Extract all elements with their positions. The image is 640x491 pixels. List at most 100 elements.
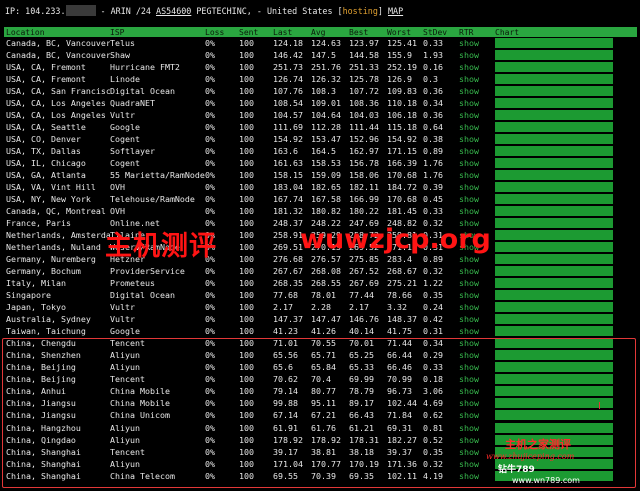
cell-sent: 100 [239, 398, 254, 409]
cell-location: China, Shanghai [6, 446, 81, 457]
cell-loss: 0% [205, 86, 215, 97]
show-link[interactable]: show [459, 398, 495, 408]
show-link[interactable]: show [459, 302, 495, 312]
show-link[interactable]: show [459, 338, 495, 348]
cell-last: 108.54 [273, 98, 303, 109]
cell-sent: 100 [239, 314, 254, 325]
cell-location: China, Beijing [6, 362, 76, 373]
cell-avg: 268.55 [311, 278, 341, 289]
cell-stdev: 0.31 [423, 326, 443, 337]
cell-last: 70.62 [273, 374, 298, 385]
cell-loss: 0% [205, 122, 215, 133]
cell-last: 77.68 [273, 290, 298, 301]
show-link[interactable]: show [459, 86, 495, 96]
ip-header: IP: 104.233. - ARIN /24 AS54600 PEGTECHI… [5, 5, 403, 17]
cell-last: 65.56 [273, 350, 298, 361]
table-row: China, Jiangsu China Unicom 0% 100 67.14 67.2… [4, 409, 637, 421]
show-link[interactable]: show [459, 410, 495, 420]
show-link[interactable]: show [459, 38, 495, 48]
cell-isp: Aliyun [110, 434, 140, 445]
cell-best: 182.11 [349, 182, 379, 193]
cell-best: 66.43 [349, 410, 374, 421]
show-link[interactable]: show [459, 290, 495, 300]
show-link[interactable]: show [459, 374, 495, 384]
show-link[interactable]: show [459, 278, 495, 288]
cell-location: China, Shanghai [6, 470, 81, 481]
cell-last: 154.92 [273, 134, 303, 145]
cell-last: 61.91 [273, 422, 298, 433]
chart-bar [495, 218, 613, 229]
table-row: China, Hangzhou Aliyun 0% 100 61.91 61.76 61.2… [4, 422, 637, 434]
chart-bar [495, 302, 613, 313]
show-link[interactable]: show [459, 146, 495, 156]
show-link[interactable]: show [459, 423, 495, 433]
show-link[interactable]: show [459, 435, 495, 445]
chart-bar [495, 290, 613, 301]
col-best: Best [349, 27, 369, 37]
cell-avg: 41.26 [311, 326, 336, 337]
show-link[interactable]: show [459, 386, 495, 396]
cell-sent: 100 [239, 266, 254, 277]
show-link[interactable]: show [459, 122, 495, 132]
show-link[interactable]: show [459, 158, 495, 168]
show-link[interactable]: show [459, 471, 495, 481]
cell-chart [495, 218, 619, 229]
cell-chart [495, 302, 619, 313]
show-link[interactable]: show [459, 194, 495, 204]
show-link[interactable]: show [459, 266, 495, 276]
show-link[interactable]: show [459, 110, 495, 120]
col-sent: Sent [239, 27, 259, 37]
show-link[interactable]: show [459, 74, 495, 84]
redacted-ip [65, 5, 96, 16]
show-link[interactable]: show [459, 326, 495, 336]
cell-isp: Digital Ocean [110, 86, 175, 97]
cell-isp: Cogent [110, 158, 140, 169]
show-link[interactable]: show [459, 314, 495, 324]
cell-avg: 164.5 [311, 146, 336, 157]
cell-sent: 100 [239, 374, 254, 385]
cell-sent: 100 [239, 302, 254, 313]
cell-worst: 182.27 [387, 434, 417, 445]
cell-isp: Aliyun [110, 350, 140, 361]
col-last: Last [273, 27, 293, 37]
cell-location: China, Shenzhen [6, 350, 81, 361]
show-link[interactable]: show [459, 206, 495, 216]
cell-stdev: 3.06 [423, 386, 443, 397]
show-link[interactable]: show [459, 254, 495, 264]
chart-bar [495, 230, 613, 241]
cell-avg: 158.53 [311, 158, 341, 169]
cell-stdev: 0.42 [423, 314, 443, 325]
cell-location: USA, CO, Denver [6, 134, 81, 145]
cell-last: 178.92 [273, 434, 303, 445]
show-link[interactable]: show [459, 62, 495, 72]
map-link[interactable]: MAP [388, 6, 403, 16]
cell-chart [495, 110, 619, 121]
show-link[interactable]: show [459, 98, 495, 108]
table-row: USA, CA, Seattle Google 0% 100 111.69 112.28 1… [4, 121, 637, 133]
cell-loss: 0% [205, 326, 215, 337]
cell-last: 146.42 [273, 50, 303, 61]
show-link[interactable]: show [459, 182, 495, 192]
cell-loss: 0% [205, 362, 215, 373]
cell-stdev: 1.93 [423, 50, 443, 61]
table-row: China, Chengdu Tencent 0% 100 71.01 70.55 70.0… [4, 337, 637, 349]
cell-stdev: 1.76 [423, 158, 443, 169]
cell-avg: 251.76 [311, 62, 341, 73]
cell-isp: China Mobile [110, 386, 170, 397]
table-row: USA, TX, Dallas Softlayer 0% 100 163.6 164.5 1… [4, 145, 637, 157]
show-link[interactable]: show [459, 350, 495, 360]
show-link[interactable]: show [459, 362, 495, 372]
cell-worst: 71.84 [387, 410, 412, 421]
cell-avg: 70.4 [311, 374, 331, 385]
cell-stdev: 0.32 [423, 458, 443, 469]
chart-bar [495, 206, 613, 217]
cell-loss: 0% [205, 170, 215, 181]
show-link[interactable]: show [459, 134, 495, 144]
asn-link[interactable]: AS54600 [156, 6, 191, 16]
cell-chart [495, 278, 619, 289]
cell-location: Canada, BC, Vancouver [6, 50, 110, 61]
show-link[interactable]: show [459, 170, 495, 180]
show-link[interactable]: show [459, 50, 495, 60]
table-body: Canada, BC, Vancouver Telus 0% 100 124.18 124… [4, 37, 637, 482]
chart-bar [495, 74, 613, 85]
